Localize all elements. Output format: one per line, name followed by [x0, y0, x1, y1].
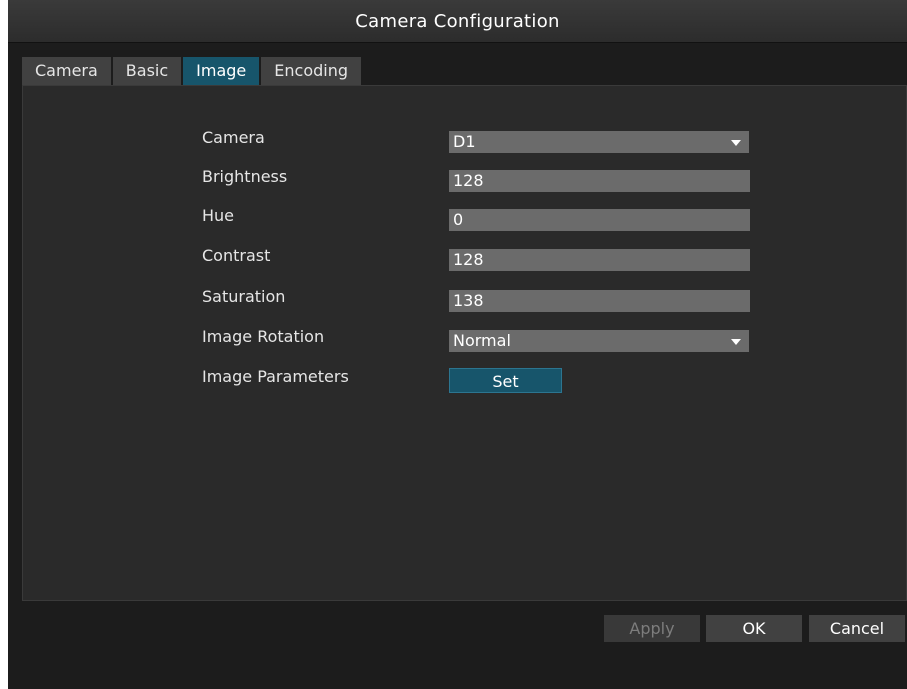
camera-label: Camera	[202, 128, 265, 147]
contrast-field[interactable]: 128	[449, 249, 750, 271]
brightness-label: Brightness	[202, 167, 288, 186]
hue-label: Hue	[202, 206, 235, 225]
camera-select-value: D1	[453, 132, 476, 151]
window-title: Camera Configuration	[8, 0, 907, 43]
tab-basic[interactable]: Basic	[112, 57, 182, 85]
contrast-label: Contrast	[202, 246, 271, 265]
image-parameters-set-button[interactable]: Set	[449, 368, 562, 393]
tab-encoding[interactable]: Encoding	[261, 57, 361, 85]
image-parameters-label: Image Parameters	[202, 367, 349, 386]
chevron-down-icon	[731, 140, 741, 146]
camera-select[interactable]: D1	[449, 131, 749, 153]
image-rotation-select[interactable]: Normal	[449, 330, 749, 352]
saturation-field[interactable]: 138	[449, 290, 750, 312]
tab-bar: Camera Basic Image Encoding	[22, 57, 363, 85]
tab-camera[interactable]: Camera	[22, 57, 111, 85]
apply-button[interactable]: Apply	[604, 615, 700, 642]
image-rotation-select-value: Normal	[453, 331, 511, 350]
ok-button[interactable]: OK	[706, 615, 802, 642]
tab-image[interactable]: Image	[183, 57, 260, 85]
hue-field[interactable]: 0	[449, 209, 750, 231]
camera-configuration-window: Camera Configuration Camera Basic Image …	[8, 0, 907, 689]
cancel-button[interactable]: Cancel	[809, 615, 905, 642]
brightness-field[interactable]: 128	[449, 170, 750, 192]
saturation-label: Saturation	[202, 287, 286, 306]
image-rotation-label: Image Rotation	[202, 327, 325, 346]
chevron-down-icon	[731, 339, 741, 345]
